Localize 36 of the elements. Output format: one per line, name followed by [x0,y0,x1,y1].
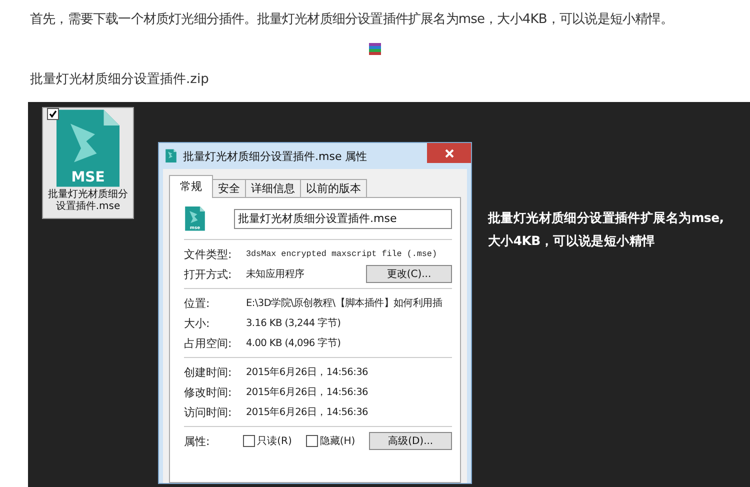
field-value: 3dsMax encrypted maxscript file (.mse) [246,249,438,260]
attribute-checkbox[interactable]: 隐藏(H) [306,434,356,448]
select-checkbox[interactable] [47,108,59,120]
attachment-link[interactable]: 批量灯光材质细分设置插件.zip [30,70,750,88]
file-label: 批量灯光材质细分设置插件.mse [47,188,129,212]
field-value: 2015年6月26日，14:56:36 [246,366,369,379]
field-value: 4.00 KB (4,096 字节) [246,336,342,350]
tab[interactable]: 以前的版本 [300,179,367,198]
caption-text: 大小4KB，可以说是短小精悍 [488,233,656,250]
field-label: 文件类型: [184,246,233,262]
field-label: 属性: [184,434,211,449]
change-button[interactable]: 更改(C)... [366,265,452,284]
mse-file-icon [165,149,177,163]
tab[interactable]: 常规 [169,175,213,198]
field-value: 3.16 KB (3,244 字节) [246,316,342,330]
file-name-field[interactable]: 批量灯光材质细分设置插件.mse [234,208,452,229]
advanced-button[interactable]: 高级(D)... [369,432,452,450]
field-value: 2015年6月26日，14:56:36 [246,386,369,399]
caption-text: 批量灯光材质细分设置插件扩展名为mse, [488,210,724,227]
archive-icon [368,42,382,56]
field-label: 访问时间: [184,404,233,420]
field-label: 位置: [184,296,211,311]
intro-paragraph: 首先，需要下载一个材质灯光细分插件。批量灯光材质细分设置插件扩展名为mse，大小4KB，可以说是短小精悍。 [30,11,674,28]
field-value: E:\3D学院\原创教程\【脚本插件】如何利用插 [246,296,444,310]
attribute-checkbox[interactable]: 只读(R) [243,434,292,448]
field-value: 未知应用程序 [246,268,306,281]
field-label: 创建时间: [184,364,233,380]
field-label: 大小: [184,316,211,331]
field-label: 修改时间: [184,384,233,400]
field-label: 打开方式: [184,266,233,282]
close-icon [444,148,454,158]
window-title: 批量灯光材质细分设置插件.mse 属性 [183,148,368,164]
field-value: 2015年6月26日，14:56:36 [246,406,369,419]
field-label: 占用空间: [184,336,233,351]
desktop-file-tile[interactable]: MSE 批量灯光材质细分设置插件.mse [42,107,134,219]
close-button[interactable] [427,143,471,163]
